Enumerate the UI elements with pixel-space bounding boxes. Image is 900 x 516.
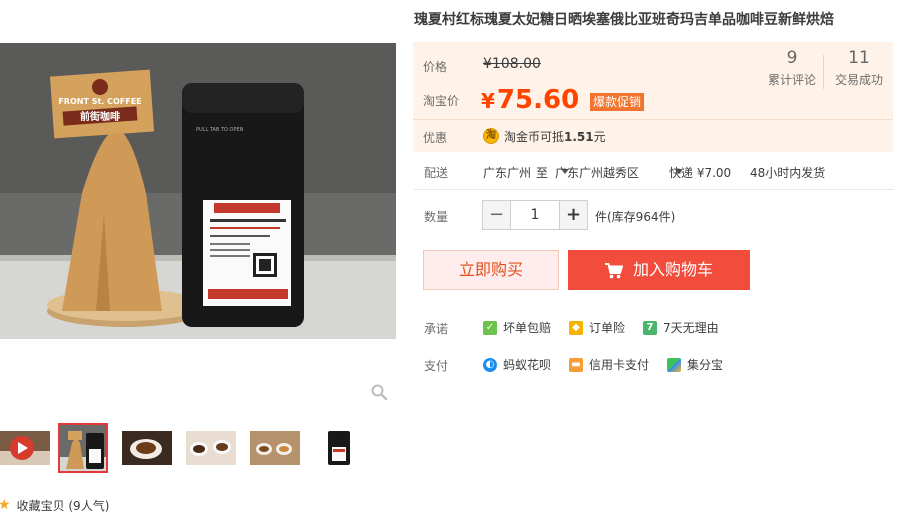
main-product-image[interactable]: FRONT St. COFFEE 前街咖啡 PULL TAB TO OPEN: [0, 43, 396, 339]
ship-time: 48小时内发货: [750, 166, 826, 180]
payment-item-label: 集分宝: [687, 358, 724, 372]
ship-to-value: 广东广州越秀区: [555, 166, 640, 180]
reviews-count: 9: [786, 48, 798, 68]
quantity-input[interactable]: 1: [511, 200, 559, 230]
guarantee-item-label: 7天无理由: [663, 321, 719, 335]
svg-text:PULL TAB TO OPEN: PULL TAB TO OPEN: [196, 127, 244, 133]
ship-to-select[interactable]: 广东广州越秀区: [555, 164, 639, 180]
taobao-price-label: 淘宝价: [423, 94, 460, 108]
thumbnail-video[interactable]: [0, 431, 50, 465]
payment-item[interactable]: ▬ 信用卡支付: [569, 356, 649, 373]
huabei-icon: ◐: [483, 357, 497, 372]
thumbnail-beans-cups[interactable]: [186, 431, 236, 465]
sign-brand-cn-text: 前街咖啡: [80, 110, 120, 123]
section-divider: [414, 189, 894, 190]
coupon-text: 淘金币可抵1.51元: [504, 128, 606, 145]
quantity-increase-button[interactable]: +: [559, 200, 588, 230]
insurance-icon: ◆: [569, 320, 583, 335]
taobao-coin-icon: 淘: [483, 128, 499, 144]
seven-days-icon: 7: [643, 320, 657, 335]
guarantee-item[interactable]: ✓ 坏单包赔: [483, 319, 551, 336]
favorite-label: 收藏宝贝 (9人气): [16, 498, 110, 513]
promo-badge: 爆款促销: [590, 93, 645, 111]
payment-item-label: 蚂蚁花呗: [503, 358, 552, 372]
credit-card-icon: ▬: [569, 357, 583, 372]
payment-item[interactable]: 集分宝: [667, 356, 723, 373]
guarantee-item[interactable]: 7 7天无理由: [643, 319, 719, 336]
price-panel: 价格 ¥108.00 淘宝价 ¥75.60 爆款促销 9 累计评论 11 交易成…: [413, 42, 893, 152]
add-to-cart-button[interactable]: 加入购物车: [568, 250, 750, 290]
quantity-stepper: − 1 +: [482, 200, 588, 230]
star-icon: ★: [0, 497, 11, 513]
shipping-method-select[interactable]: 快递 ¥7.00: [669, 164, 731, 180]
shipping-method-value: 快递 ¥7.00: [669, 166, 732, 180]
favorite-link[interactable]: ★ 收藏宝贝 (9人气): [0, 496, 109, 514]
thumbnail-strip: [0, 423, 396, 473]
guarantee-row: 承诺 ✓ 坏单包赔 ◆ 订单险 7 7天无理由: [424, 319, 894, 337]
reviews-label: 累计评论: [767, 73, 816, 87]
deals-stat[interactable]: 11 交易成功: [821, 47, 897, 88]
delivery-row: 配送 广东广州 至 广东广州越秀区 快递 ¥7.00 48小时内发货: [424, 164, 894, 182]
price-label: 价格: [423, 60, 448, 74]
stock-text: 件(库存964件): [595, 210, 676, 224]
payment-row: 支付 ◐ 蚂蚁花呗 ▬ 信用卡支付 集分宝: [424, 356, 894, 374]
coupon-unit: 元: [593, 130, 606, 144]
currency-symbol: ¥: [481, 89, 495, 113]
cart-icon: [604, 262, 623, 278]
coupon-amount: 1.51: [564, 130, 594, 144]
jifenbao-icon: [667, 357, 681, 372]
payment-label: 支付: [424, 359, 449, 373]
thumbnail-bag-stand[interactable]: [58, 423, 108, 473]
reviews-stat[interactable]: 9 累计评论: [754, 47, 830, 88]
taobao-price-value: 75.60: [496, 85, 580, 115]
delivery-label: 配送: [424, 166, 449, 180]
guarantee-item-label: 订单险: [589, 321, 626, 335]
guarantee-item[interactable]: ◆ 订单险: [569, 319, 625, 336]
thumbnail-tasting[interactable]: [250, 431, 300, 465]
thumbnail-bag[interactable]: [314, 431, 364, 465]
guarantee-item-label: 坏单包赔: [503, 321, 552, 335]
add-to-cart-label: 加入购物车: [632, 260, 713, 279]
coupon-label: 优惠: [423, 131, 448, 145]
guarantee-label: 承诺: [424, 322, 449, 336]
coupon-row: 优惠 淘 淘金币可抵1.51元: [413, 120, 893, 152]
payment-item-label: 信用卡支付: [589, 358, 650, 372]
ship-from: 广东广州: [483, 166, 532, 180]
coupon-text-prefix: 淘金币可抵: [504, 130, 565, 144]
payment-item[interactable]: ◐ 蚂蚁花呗: [483, 356, 551, 373]
product-title: 瑰夏村红标瑰夏太妃糖日晒埃塞俄比亚班奇玛吉单品咖啡豆新鲜烘焙: [414, 12, 834, 28]
quantity-decrease-button[interactable]: −: [482, 200, 511, 230]
thumbnail-coffee-cup[interactable]: [122, 431, 172, 465]
original-price: ¥108.00: [483, 56, 541, 72]
sign-brand-text: FRONT St. COFFEE: [58, 97, 141, 106]
quantity-label: 数量: [424, 210, 449, 224]
deals-count: 11: [848, 48, 870, 68]
shield-check-icon: ✓: [483, 320, 497, 335]
taobao-price: ¥75.60: [481, 82, 579, 119]
ship-to-word: 至: [536, 166, 549, 180]
buy-now-button[interactable]: 立即购买: [423, 250, 559, 290]
deals-label: 交易成功: [834, 73, 883, 87]
zoom-icon[interactable]: [370, 383, 388, 401]
